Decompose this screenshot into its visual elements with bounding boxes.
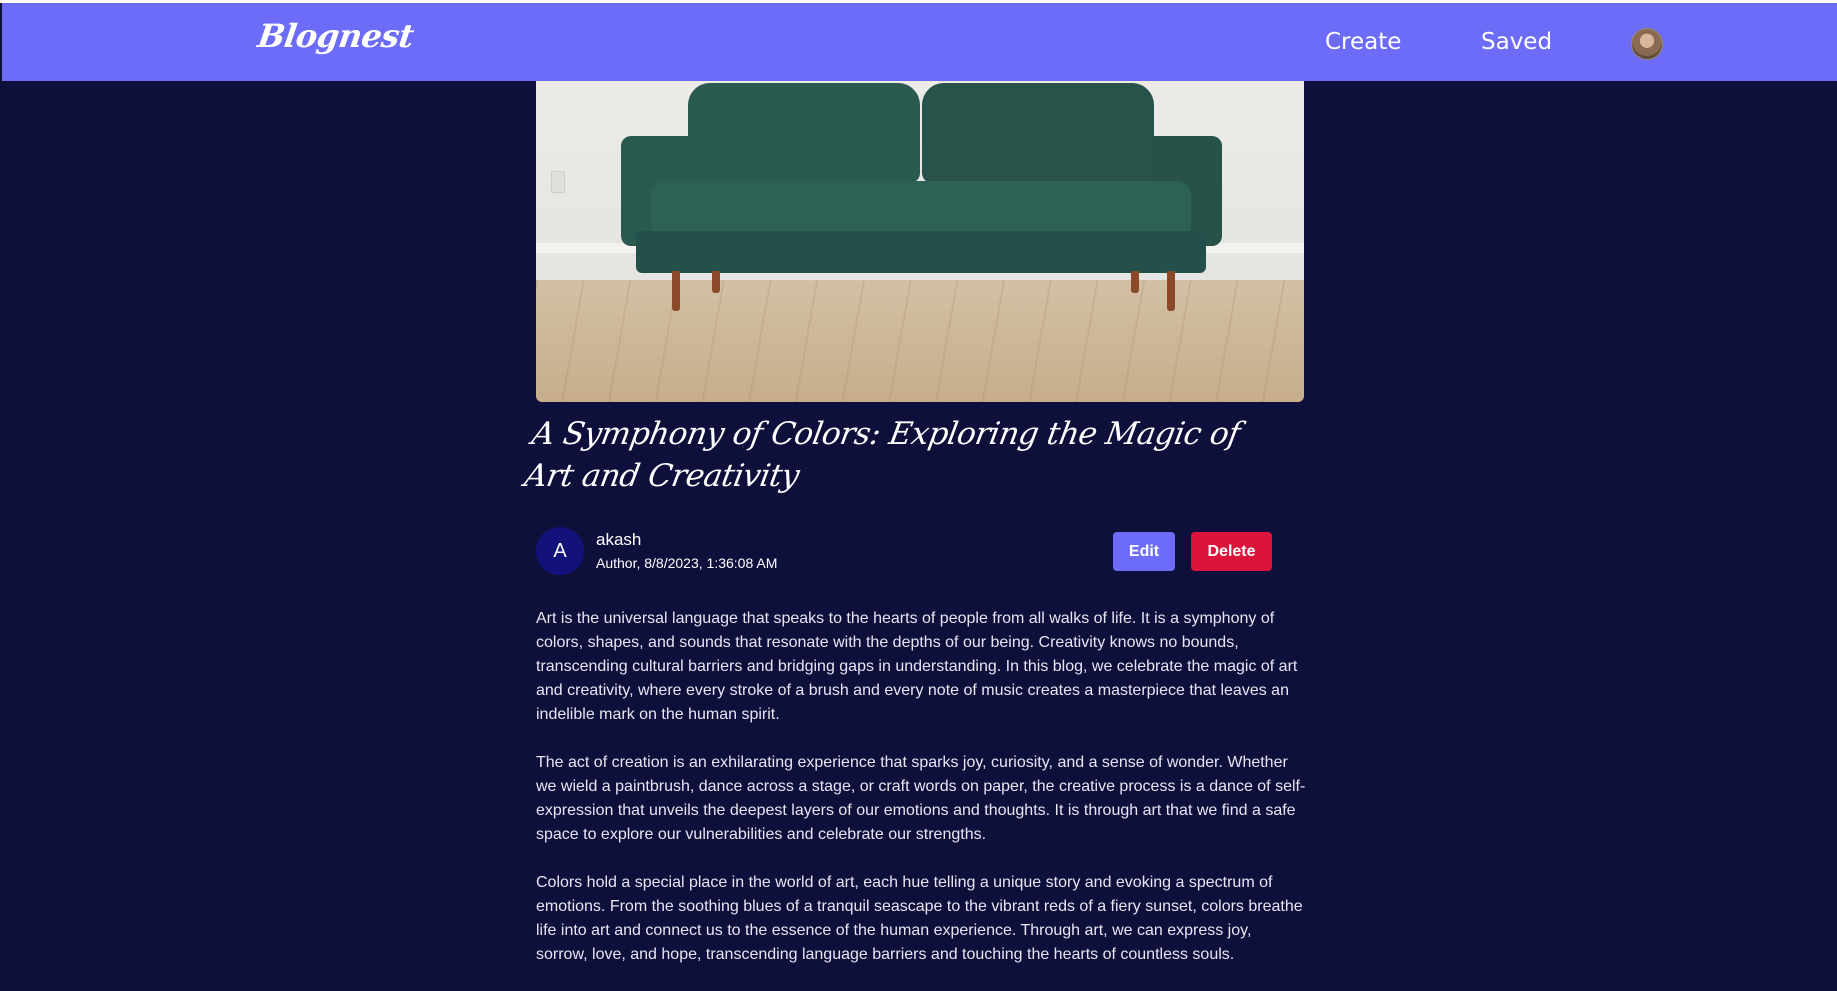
author-avatar: A [536,527,584,575]
sofa-leg [672,271,680,311]
author-meta: Author, 8/8/2023, 1:36:08 AM [596,555,778,571]
nav-create-link[interactable]: Create [1325,29,1401,55]
post-content: Art is the universal language that speak… [536,607,1306,991]
edit-button[interactable]: Edit [1113,532,1175,571]
sofa-leg [1131,271,1139,293]
hero-floor [536,280,1304,402]
sofa-leg [1167,271,1175,311]
post-paragraph: Colors hold a special place in the world… [536,874,1303,963]
nav-saved-link[interactable]: Saved [1481,29,1552,55]
post-paragraph: The act of creation is an exhilarating e… [536,754,1306,843]
sofa-back-cushion-right [922,83,1154,183]
user-avatar[interactable] [1631,28,1663,60]
sofa-back-cushion-left [688,83,920,183]
delete-button[interactable]: Delete [1191,532,1272,571]
post-hero-image [536,81,1304,402]
sofa-base [636,231,1206,273]
author-name: akash [596,530,642,549]
sofa-leg [712,271,720,293]
post-title: A Symphony of Colors: Exploring the Magi… [521,416,1243,494]
post-paragraph: Art is the universal language that speak… [536,610,1298,723]
hero-wall-outlet [551,171,565,193]
navbar: Blognest Create Saved [2,3,1837,81]
logo[interactable]: Blognest [255,17,416,55]
